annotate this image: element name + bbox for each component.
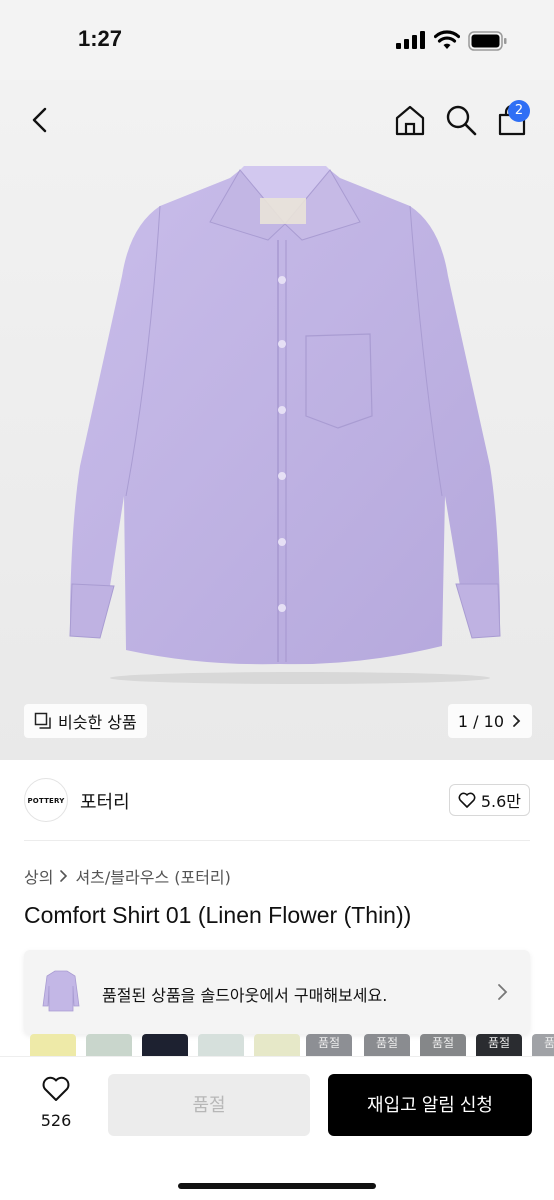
- product-image-gallery[interactable]: 2 비슷한 상품 1 / 10: [0, 80, 554, 760]
- color-swatch[interactable]: [254, 1034, 300, 1056]
- image-page-text: 1 / 10: [457, 711, 504, 731]
- brand-row: POTTERY 포터리 5.6만: [0, 776, 554, 832]
- soldout-banner-text: 품절된 상품을 솔드아웃에서 구매해보세요.: [102, 986, 388, 1005]
- soldout-banner[interactable]: 품절된 상품을 솔드아웃에서 구매해보세요.: [24, 950, 530, 1034]
- search-icon[interactable]: [443, 102, 479, 138]
- brand-like-count: 5.6만: [480, 792, 521, 811]
- color-swatch-strip: 품절 품절 품절 품절 품: [24, 1034, 554, 1056]
- chevron-right-icon: [513, 715, 521, 727]
- wishlist-button[interactable]: 526: [30, 1075, 82, 1130]
- swatch-label: 품절: [488, 1036, 511, 1050]
- chevron-right-icon: [60, 870, 68, 882]
- brand-like-button[interactable]: 5.6만: [448, 784, 530, 816]
- bottom-action-bar: 526 품절 재입고 알림 신청: [0, 1056, 554, 1200]
- color-swatch-soldout[interactable]: 품절: [476, 1034, 522, 1056]
- image-page-indicator[interactable]: 1 / 10: [447, 704, 532, 738]
- swatch-label: 품절: [432, 1036, 455, 1050]
- battery-icon: [468, 31, 507, 51]
- home-indicator: [178, 1183, 376, 1189]
- color-swatch[interactable]: [142, 1034, 188, 1056]
- brand-name[interactable]: 포터리: [80, 788, 130, 814]
- home-icon[interactable]: [392, 102, 428, 138]
- color-swatch-soldout[interactable]: 품: [532, 1034, 554, 1056]
- swatch-label: 품: [544, 1036, 554, 1050]
- swatch-label: 품절: [318, 1036, 341, 1050]
- chevron-right-icon: [498, 984, 508, 1000]
- restock-alert-button[interactable]: 재입고 알림 신청: [328, 1074, 532, 1136]
- color-swatch-soldout[interactable]: 품절: [306, 1034, 352, 1056]
- heart-icon: [458, 792, 476, 808]
- similar-products-button[interactable]: 비슷한 상품: [24, 704, 147, 738]
- heart-icon: [42, 1076, 70, 1101]
- divider: [24, 840, 530, 841]
- soldout-button: 품절: [108, 1074, 310, 1136]
- banner-product-thumbnail: [42, 970, 80, 1012]
- breadcrumb: 상의 셔츠/블라우스 (포터리): [24, 864, 231, 888]
- color-swatch-soldout[interactable]: 품절: [364, 1034, 410, 1056]
- product-image: [69, 166, 501, 684]
- product-title: Comfort Shirt 01 (Linen Flower (Thin)): [24, 902, 412, 928]
- brand-logo[interactable]: POTTERY: [24, 778, 68, 822]
- breadcrumb-subcategory[interactable]: 셔츠/블라우스 (포터리): [75, 864, 230, 888]
- color-swatch[interactable]: [198, 1034, 244, 1056]
- similar-products-label: 비슷한 상품: [58, 713, 137, 732]
- cellular-signal-icon: [396, 31, 425, 49]
- color-swatch[interactable]: [30, 1034, 76, 1056]
- status-bar: 1:27: [0, 0, 554, 80]
- wishlist-count: 526: [40, 1111, 72, 1130]
- similar-products-icon: [34, 712, 51, 729]
- cart-count-badge: 2: [508, 100, 530, 122]
- swatch-label: 품절: [376, 1036, 399, 1050]
- back-arrow-icon[interactable]: [22, 102, 58, 138]
- wifi-icon: [434, 30, 460, 49]
- breadcrumb-category[interactable]: 상의: [24, 864, 53, 888]
- color-swatch-soldout[interactable]: 품절: [420, 1034, 466, 1056]
- status-time: 1:27: [78, 26, 123, 51]
- color-swatch[interactable]: [86, 1034, 132, 1056]
